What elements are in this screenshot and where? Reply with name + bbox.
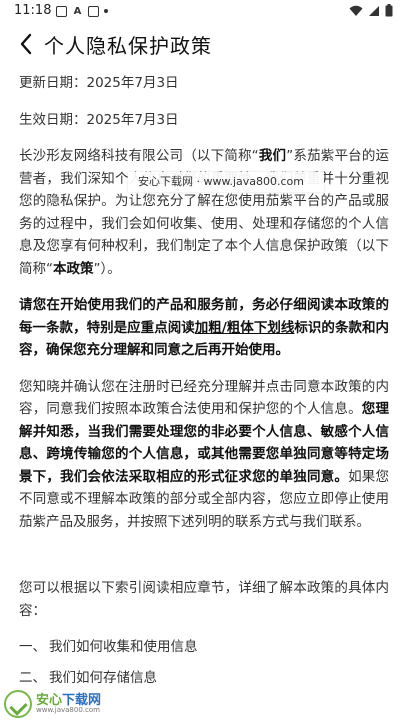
intro-paragraph: 长沙形友网络科技有限公司（以下简称“我们”系茄紫平台的运营者，我们深知个人信息对… — [19, 145, 389, 280]
logo-watermark: 安心下载网 www.java800.com — [2, 686, 124, 720]
dot-icon — [104, 9, 108, 13]
status-bar: 11:18 A — [0, 0, 405, 22]
signal-icon — [369, 5, 379, 16]
intro-text-2: ”系茄紫平台的运营者，我们深知个人信息对您的重要性，我们尊重并十分重视您的隐私保… — [19, 148, 390, 277]
toc-label: 我们如何收集和使用信息 — [49, 639, 198, 655]
system-icons — [349, 4, 393, 17]
page-title: 个人隐私保护政策 — [44, 34, 212, 58]
intro-we-bold: 我们 — [258, 148, 287, 164]
checkmark-logo-icon — [4, 690, 32, 718]
notice-underline: 加粗/粗体下划线 — [194, 319, 295, 336]
consent-text-1: 您知晓并确认您在注册时已经充分理解并点击同意本政策的内容，同意我们按照本政策合法… — [19, 378, 389, 418]
photo-icon — [88, 5, 99, 17]
intro-text-1: 长沙形友网络科技有限公司（以下简称“ — [19, 148, 259, 164]
app-bar: 个人隐私保护政策 — [0, 22, 405, 66]
intro-text-3: ”）。 — [93, 260, 121, 277]
a-icon: A — [73, 5, 82, 17]
wifi-icon — [349, 5, 363, 16]
notice-paragraph: 请您在开始使用我们的产品和服务前，务必仔细阅读本政策的每一条款，特别是应重点阅读… — [19, 294, 389, 362]
update-date: 更新日期：2025年7月3日 — [19, 75, 179, 91]
back-button[interactable] — [12, 28, 40, 60]
intro-policy-bold: 本政策 — [53, 260, 94, 277]
site-watermark: 安心下载网 · www.java800.com — [128, 172, 324, 192]
logo-url: www.java800.com — [36, 706, 100, 714]
consent-paragraph: 您知晓并确认您在注册时已经充分理解并点击同意本政策的内容，同意我们按照本政策合法… — [19, 376, 389, 534]
toc-intro: 您可以根据以下索引阅读相应章节，详细了解本政策的具体内容： — [19, 580, 389, 619]
toc-label: 我们如何存储信息 — [49, 669, 157, 686]
toc-item[interactable]: 一、 我们如何收集和使用信息 — [19, 636, 389, 659]
policy-content: 更新日期：2025年7月3日 生效日期：2025年7月3日 长沙形友网络科技有限… — [19, 72, 389, 689]
effective-date: 生效日期：2025年7月3日 — [19, 111, 179, 128]
notification-icons: A — [56, 5, 108, 17]
image-icon — [56, 5, 67, 17]
status-time: 11:18 — [14, 3, 52, 18]
chevron-left-icon — [20, 33, 32, 55]
battery-icon — [385, 4, 393, 17]
toc-number: 一、 — [19, 639, 46, 655]
